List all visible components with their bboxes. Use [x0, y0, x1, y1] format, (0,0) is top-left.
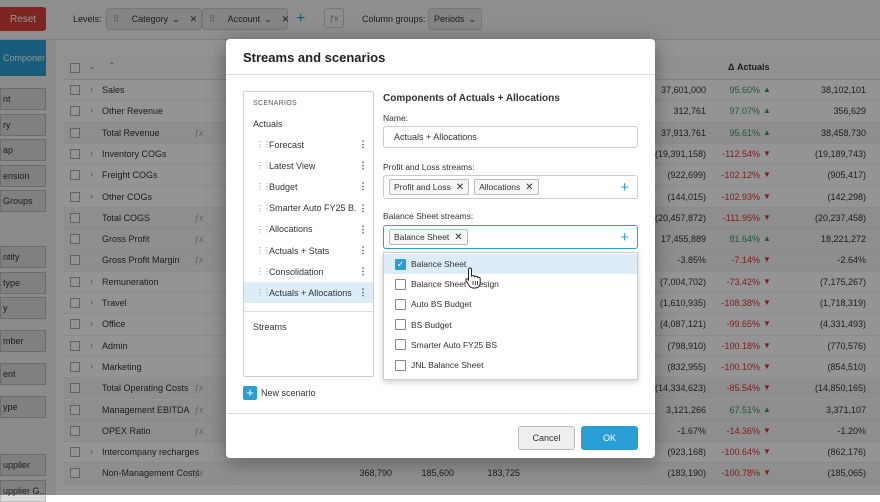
divider: [226, 74, 655, 75]
divider: [244, 311, 373, 312]
more-options-icon[interactable]: ⋮: [357, 266, 369, 277]
tag-label: Allocations: [479, 182, 521, 192]
drag-handle-icon[interactable]: ⋮⋮: [256, 225, 271, 234]
option-label: Smarter Auto FY25 BS: [411, 339, 497, 350]
scenario-item[interactable]: ⋮⋮ Forecast ⋮: [244, 134, 373, 155]
name-input[interactable]: Actuals + Allocations: [383, 126, 638, 148]
drag-handle-icon[interactable]: ⋮⋮: [256, 161, 271, 170]
scenario-label: Consolidation: [269, 266, 324, 277]
option-label: JNL Balance Sheet: [411, 360, 484, 370]
bs-streams-label: Balance Sheet streams:: [383, 211, 474, 221]
scenario-actuals[interactable]: Actuals: [253, 119, 283, 129]
pl-streams-field[interactable]: Profit and Loss ✕ Allocations ✕ +: [383, 175, 638, 199]
dropdown-option[interactable]: Balance Sheet - design: [384, 274, 637, 294]
remove-tag-icon[interactable]: ✕: [456, 182, 464, 193]
option-label: Auto BS Budget: [411, 299, 472, 310]
hand-cursor-icon: [465, 267, 481, 289]
bs-streams-field[interactable]: Balance Sheet ✕ +: [383, 225, 638, 249]
dropdown-option[interactable]: Auto BS Budget: [384, 294, 637, 314]
drag-handle-icon[interactable]: ⋮⋮: [256, 140, 271, 149]
drag-handle-icon[interactable]: ⋮⋮: [256, 267, 271, 276]
add-stream-icon[interactable]: +: [620, 179, 629, 196]
scenario-label: Forecast: [269, 139, 305, 150]
scenario-item[interactable]: ⋮⋮ Actuals + Stats ⋮: [244, 240, 373, 261]
stream-tag: Allocations ✕: [474, 179, 539, 195]
remove-tag-icon[interactable]: ✕: [525, 182, 533, 193]
scenario-item[interactable]: ⋮⋮ Allocations ⋮: [244, 219, 373, 240]
scenario-label: Actuals + Allocations: [269, 287, 352, 298]
drag-handle-icon[interactable]: ⋮⋮: [256, 246, 271, 255]
dropdown-option[interactable]: BS Budget: [384, 315, 637, 335]
option-label: Balance Sheet: [411, 259, 467, 269]
scenarios-header: SCENARIOS: [253, 100, 297, 107]
dropdown-option[interactable]: ✓ Balance Sheet: [384, 254, 637, 274]
option-label: Balance Sheet - design: [411, 279, 499, 290]
cancel-button[interactable]: Cancel: [518, 426, 575, 450]
scenario-label: Allocations: [269, 224, 313, 235]
more-options-icon[interactable]: ⋮: [357, 224, 369, 235]
scenario-item[interactable]: ⋮⋮ Actuals + Allocations ⋮: [244, 282, 373, 304]
name-label: Name:: [383, 113, 409, 123]
bs-streams-dropdown: ✓ Balance Sheet Balance Sheet - design Auto…: [383, 252, 638, 380]
scenario-label: Smarter Auto FY25 B...: [269, 203, 357, 214]
scenario-label: Actuals + Stats: [269, 245, 330, 256]
scenario-label: Budget: [269, 181, 298, 192]
more-options-icon[interactable]: ⋮: [357, 245, 369, 256]
scenario-item[interactable]: ⋮⋮ Latest View ⋮: [244, 155, 373, 176]
dropdown-option[interactable]: JNL Balance Sheet: [384, 355, 637, 375]
option-label: BS Budget: [411, 319, 452, 330]
divider: [226, 413, 655, 414]
drag-handle-icon[interactable]: ⋮⋮: [256, 182, 271, 191]
pl-streams-label: Profit and Loss streams:: [383, 162, 475, 172]
stream-tag: Profit and Loss ✕: [389, 179, 470, 195]
more-options-icon[interactable]: ⋮: [357, 139, 369, 150]
more-options-icon[interactable]: ⋮: [357, 160, 369, 171]
more-options-icon[interactable]: ⋮: [357, 203, 369, 214]
plus-icon: +: [243, 386, 257, 400]
stream-tag: Balance Sheet ✕: [389, 229, 468, 245]
remove-tag-icon[interactable]: ✕: [454, 232, 462, 243]
new-scenario-label: New scenario: [261, 388, 316, 398]
drag-handle-icon[interactable]: ⋮⋮: [256, 204, 271, 213]
checkbox[interactable]: [395, 278, 406, 290]
scenario-item[interactable]: ⋮⋮ Smarter Auto FY25 B... ⋮: [244, 198, 373, 219]
checkbox[interactable]: [395, 359, 406, 371]
add-stream-icon[interactable]: +: [620, 229, 629, 246]
scenario-item[interactable]: ⋮⋮ Consolidation ⋮: [244, 261, 373, 282]
checkbox[interactable]: [395, 319, 406, 331]
scenario-label: Latest View: [269, 160, 316, 171]
tag-label: Profit and Loss: [394, 182, 451, 192]
checkbox[interactable]: ✓: [395, 258, 406, 270]
dialog-title: Streams and scenarios: [243, 50, 386, 65]
ok-button[interactable]: OK: [581, 426, 638, 450]
more-options-icon[interactable]: ⋮: [357, 181, 369, 192]
scenario-item[interactable]: ⋮⋮ Budget ⋮: [244, 176, 373, 197]
streams-item[interactable]: Streams: [253, 322, 287, 332]
new-scenario-button[interactable]: + New scenario: [243, 386, 316, 400]
tag-label: Balance Sheet: [394, 232, 450, 242]
components-title: Components of Actuals + Allocations: [383, 93, 560, 104]
scenarios-panel: SCENARIOS Actuals ⋮⋮ Forecast ⋮ ⋮⋮ Latest Vi…: [243, 91, 374, 377]
drag-handle-icon[interactable]: ⋮⋮: [256, 288, 271, 297]
dropdown-option[interactable]: Smarter Auto FY25 BS: [384, 335, 637, 355]
checkbox[interactable]: [395, 339, 406, 351]
streams-scenarios-dialog: Streams and scenarios SCENARIOS Actuals …: [226, 39, 655, 458]
more-options-icon[interactable]: ⋮: [357, 287, 369, 298]
checkbox[interactable]: [395, 298, 406, 310]
